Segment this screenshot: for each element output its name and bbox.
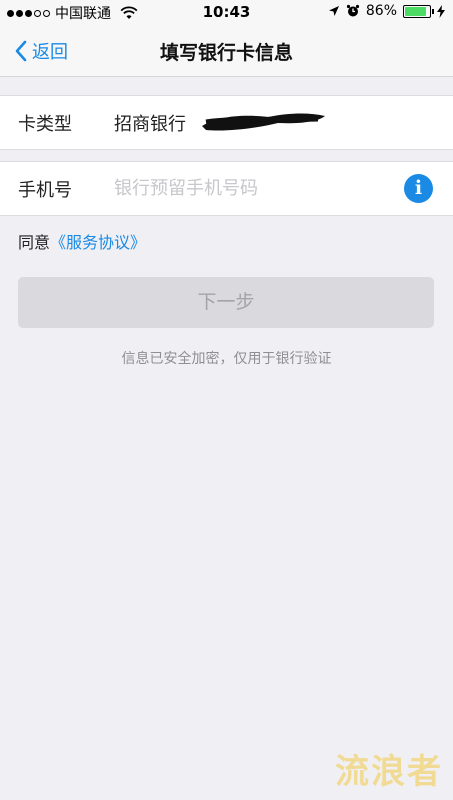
status-right: 86% [328, 3, 445, 19]
card-type-value: 招商银行 [114, 114, 186, 135]
battery-icon [403, 4, 434, 18]
battery-percent: 86% [365, 3, 397, 19]
card-type-label: 卡类型 [18, 114, 72, 135]
navigation-bar: 返回 填写银行卡信息 [0, 24, 453, 77]
battery-level [405, 6, 426, 16]
status-bar: 中国联通 10:43 86% [0, 0, 453, 24]
redacted-card-number [202, 113, 325, 131]
phone-label: 手机号 [18, 180, 72, 201]
next-step-button[interactable]: 下一步 [18, 277, 434, 328]
agreement-line: 同意《服务协议》 [18, 229, 146, 253]
phone-row: 手机号 i [0, 161, 453, 216]
phone-input[interactable] [114, 175, 384, 201]
watermark: 流浪者 [335, 752, 443, 792]
location-arrow-icon [328, 6, 339, 16]
service-agreement-link[interactable]: 《服务协议》 [50, 233, 146, 252]
alarm-clock-icon [346, 4, 359, 17]
card-type-row: 卡类型 招商银行 [0, 95, 453, 150]
charging-icon [437, 4, 445, 18]
security-hint: 信息已安全加密，仅用于银行验证 [121, 351, 332, 367]
info-icon[interactable]: i [404, 174, 433, 203]
page-title: 填写银行卡信息 [159, 42, 293, 64]
agreement-prefix: 同意 [18, 233, 51, 252]
